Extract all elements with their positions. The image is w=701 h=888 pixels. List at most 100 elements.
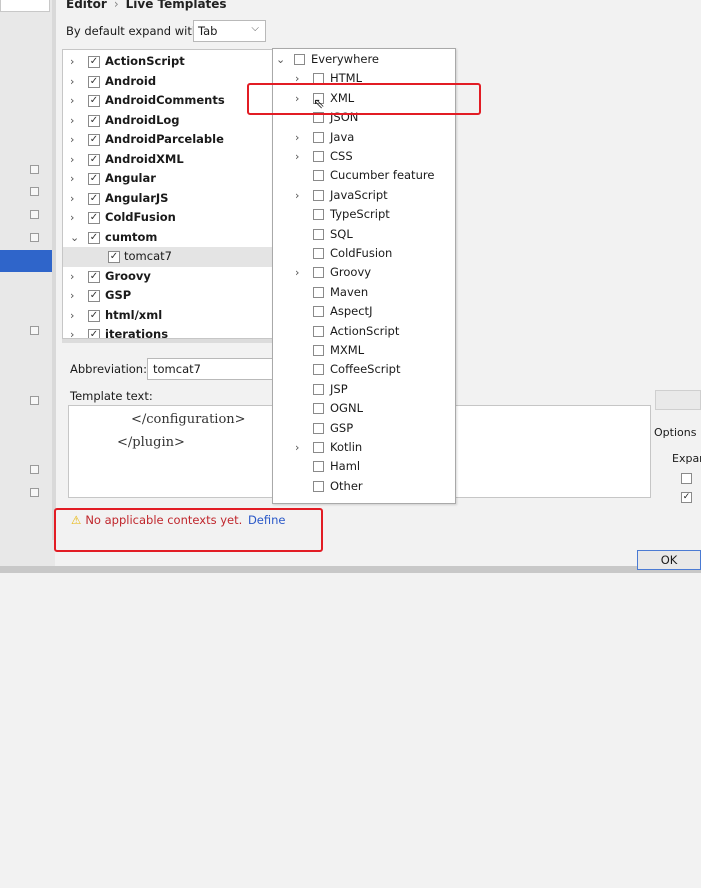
context-label: Haml <box>330 459 361 474</box>
template-checkbox[interactable]: ✓ <box>88 134 100 146</box>
template-checkbox[interactable]: ✓ <box>88 56 100 68</box>
abbreviation-input[interactable]: tomcat7 <box>147 358 285 380</box>
context-item-other[interactable]: Other <box>273 477 455 496</box>
context-item-maven[interactable]: Maven <box>273 283 455 302</box>
context-checkbox[interactable] <box>313 442 324 453</box>
context-checkbox[interactable] <box>313 151 324 162</box>
abbreviation-label: Abbreviation: <box>70 362 147 376</box>
context-item-haml[interactable]: Haml <box>273 457 455 476</box>
template-checkbox[interactable]: ✓ <box>88 290 100 302</box>
project-level-icon <box>30 187 39 196</box>
chevron-right-icon[interactable]: › <box>70 267 74 287</box>
sidebar-divider[interactable] <box>52 0 56 540</box>
template-checkbox[interactable]: ✓ <box>88 114 100 127</box>
chevron-right-icon[interactable]: › <box>70 325 74 338</box>
chevron-right-icon[interactable]: › <box>70 130 74 150</box>
chevron-right-icon[interactable]: › <box>70 52 74 72</box>
chevron-right-icon[interactable]: › <box>295 128 299 147</box>
breadcrumb: Editor › Live Templates <box>66 0 227 11</box>
context-item-gsp[interactable]: GSP <box>273 419 455 438</box>
chevron-right-icon[interactable]: › <box>70 208 74 228</box>
context-item-sql[interactable]: SQL <box>273 225 455 244</box>
edit-variables-button[interactable] <box>655 390 701 410</box>
context-checkbox[interactable] <box>313 228 324 240</box>
chevron-right-icon[interactable]: › <box>295 263 299 282</box>
chevron-right-icon[interactable]: › <box>70 189 74 209</box>
context-popup[interactable]: ⌄ Everywhere › HTML › XML JSON › Java › CSS Cucumbe… <box>272 48 456 504</box>
context-checkbox[interactable] <box>313 189 324 201</box>
context-checkbox[interactable] <box>313 383 324 395</box>
context-item-coffeescript[interactable]: CoffeeScript <box>273 360 455 379</box>
settings-sidebar <box>0 0 55 573</box>
context-checkbox[interactable] <box>313 480 324 492</box>
context-item-jsp[interactable]: JSP <box>273 380 455 399</box>
template-checkbox[interactable]: ✓ <box>88 153 100 166</box>
context-checkbox[interactable] <box>313 248 324 259</box>
template-label: AndroidLog <box>105 112 180 127</box>
context-checkbox[interactable] <box>313 403 324 415</box>
context-item-ognl[interactable]: OGNL <box>273 399 455 418</box>
chevron-right-icon[interactable]: › <box>70 111 74 131</box>
context-checkbox[interactable] <box>313 131 324 143</box>
context-checkbox[interactable] <box>313 325 324 337</box>
context-label: CSS <box>330 149 353 163</box>
chevron-right-icon[interactable]: › <box>70 169 74 189</box>
template-checkbox[interactable]: ✓ <box>88 212 100 224</box>
sidebar-item-live-templates[interactable] <box>0 250 55 272</box>
context-item-aspectj[interactable]: AspectJ <box>273 302 455 321</box>
context-checkbox[interactable] <box>313 364 324 376</box>
template-checkbox[interactable]: ✓ <box>88 173 100 185</box>
context-checkbox[interactable] <box>313 267 324 279</box>
context-item-actionscript[interactable]: ActionScript <box>273 322 455 341</box>
context-label: SQL <box>330 226 353 241</box>
chevron-right-icon[interactable]: › <box>295 147 299 166</box>
chevron-right-icon[interactable]: › <box>70 286 74 306</box>
context-item-css[interactable]: › CSS <box>273 147 455 166</box>
bottom-bar <box>0 566 701 573</box>
chevron-right-icon[interactable]: › <box>70 306 74 326</box>
template-checkbox[interactable]: ✓ <box>88 95 100 107</box>
template-checkbox[interactable]: ✓ <box>88 329 100 338</box>
context-checkbox[interactable] <box>313 170 324 182</box>
context-checkbox[interactable] <box>313 209 324 221</box>
template-checkbox[interactable]: ✓ <box>108 251 120 263</box>
sidebar-search-box[interactable] <box>0 0 50 12</box>
template-checkbox[interactable]: ✓ <box>88 309 100 322</box>
template-checkbox[interactable]: ✓ <box>88 231 100 244</box>
context-label: JavaScript <box>330 187 388 202</box>
context-item-javascript[interactable]: › JavaScript <box>273 186 455 205</box>
context-label: TypeScript <box>330 207 390 222</box>
ok-button[interactable]: OK <box>637 550 701 570</box>
chevron-right-icon[interactable]: › <box>70 72 74 92</box>
context-label: Other <box>330 478 363 493</box>
context-checkbox[interactable] <box>313 461 324 473</box>
context-item-typescript[interactable]: TypeScript <box>273 205 455 224</box>
chevron-down-icon[interactable]: ⌄ <box>276 50 285 69</box>
template-line: </plugin> <box>117 435 185 450</box>
chevron-down-icon[interactable]: ⌄ <box>70 228 79 248</box>
context-checkbox[interactable] <box>294 54 305 65</box>
context-checkbox[interactable] <box>313 345 324 356</box>
chevron-right-icon[interactable]: › <box>295 438 299 457</box>
template-checkbox[interactable]: ✓ <box>88 75 100 88</box>
context-checkbox[interactable] <box>313 306 324 318</box>
option-checkbox[interactable] <box>681 473 692 484</box>
context-item-coldfusion[interactable]: ColdFusion <box>273 244 455 263</box>
option-checkbox[interactable]: ✓ <box>681 492 692 503</box>
context-item-mxml[interactable]: MXML <box>273 341 455 360</box>
template-checkbox[interactable]: ✓ <box>88 192 100 205</box>
context-item-cucumber-feature[interactable]: Cucumber feature <box>273 166 455 185</box>
context-label: Cucumber feature <box>330 168 435 183</box>
annotation-highlight-warning <box>54 508 323 552</box>
context-checkbox[interactable] <box>313 422 324 434</box>
context-item-everywhere[interactable]: ⌄ Everywhere <box>273 50 455 69</box>
context-item-groovy[interactable]: › Groovy <box>273 263 455 282</box>
context-item-java[interactable]: › Java <box>273 128 455 147</box>
chevron-right-icon[interactable]: › <box>70 91 74 111</box>
chevron-right-icon[interactable]: › <box>70 150 74 170</box>
context-item-kotlin[interactable]: › Kotlin <box>273 438 455 457</box>
expand-with-select[interactable]: Tab ⌵ <box>193 20 266 42</box>
chevron-right-icon[interactable]: › <box>295 186 299 205</box>
template-checkbox[interactable]: ✓ <box>88 270 100 283</box>
context-checkbox[interactable] <box>313 286 324 298</box>
